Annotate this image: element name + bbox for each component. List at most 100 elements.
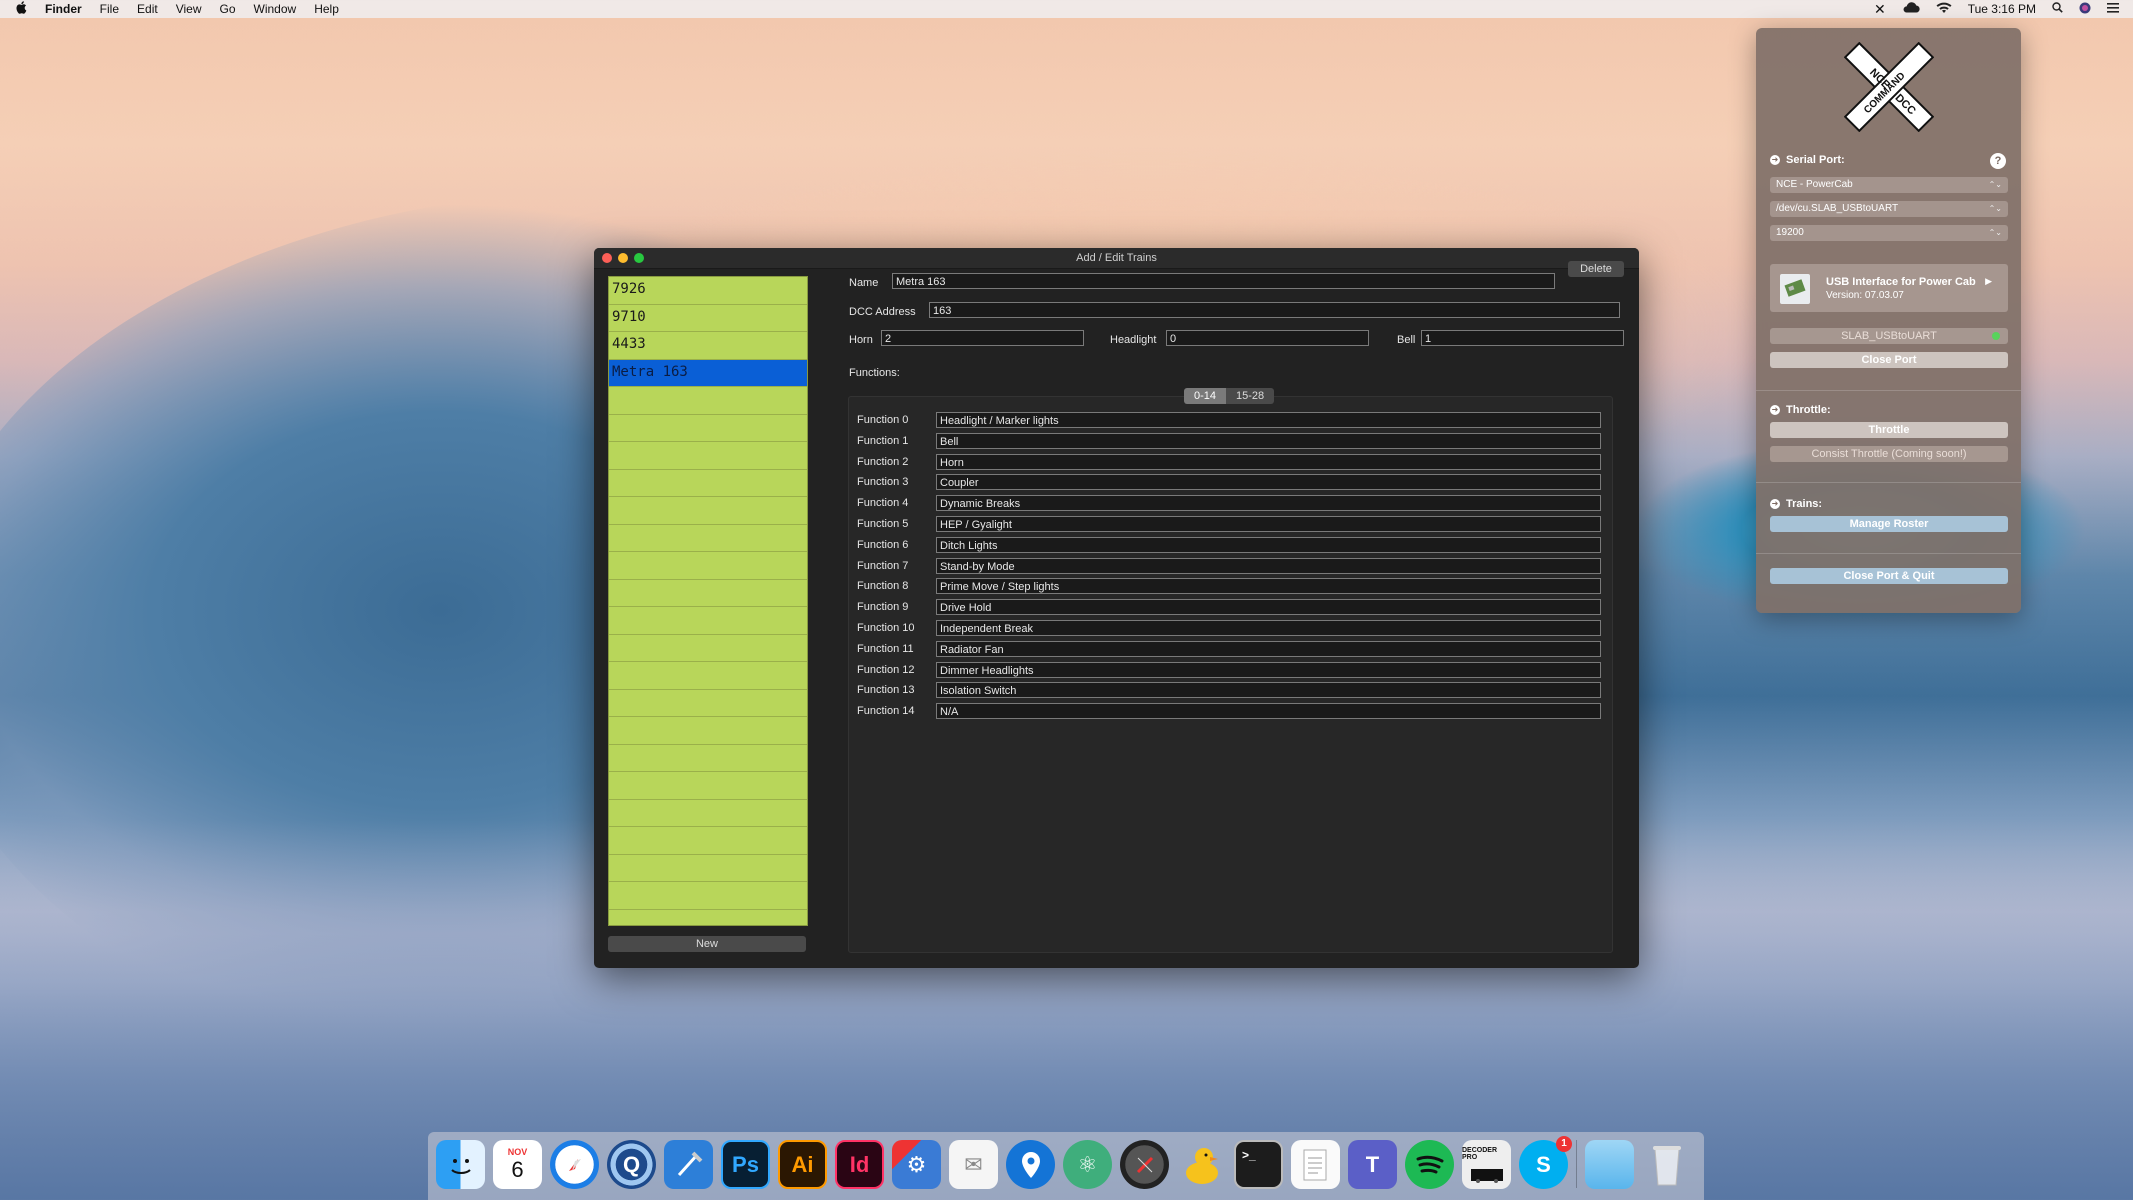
teams-icon[interactable]: T [1348,1140,1397,1189]
roster-empty-row[interactable] [609,552,807,580]
help-button[interactable]: ? [1990,153,2006,169]
connected-device-card[interactable]: USB Interface for Power Cab Version: 07.… [1770,264,2008,312]
roster-empty-row[interactable] [609,827,807,855]
function-input[interactable]: Dynamic Breaks [936,495,1601,512]
airmail-icon[interactable]: ✉ [949,1140,998,1189]
port-select[interactable]: /dev/cu.SLAB_USBtoUART ⌃⌄ [1770,201,2008,217]
function-input[interactable]: N/A [936,703,1601,720]
function-input[interactable]: Prime Move / Step lights [936,578,1601,595]
textedit-icon[interactable] [1291,1140,1340,1189]
function-input[interactable]: Radiator Fan [936,640,1601,657]
close-port-and-quit-button[interactable]: Close Port & Quit [1770,568,2008,584]
system-preferences-icon[interactable]: ⚙ [892,1140,941,1189]
wifi-icon[interactable] [1936,2,1952,17]
terminal-icon[interactable]: >_ [1234,1140,1283,1189]
roster-empty-row[interactable] [609,442,807,470]
roster-empty-row[interactable] [609,662,807,690]
compass-icon[interactable] [1120,1140,1169,1189]
horn-input[interactable]: 2 [881,330,1084,346]
baud-select[interactable]: 19200 ⌃⌄ [1770,225,2008,241]
cloud-icon[interactable] [1902,2,1920,16]
menu-window[interactable]: Window [254,2,297,16]
siri-icon[interactable] [2079,2,2091,17]
atom-icon[interactable]: ⚛ [1063,1140,1112,1189]
roster-empty-row[interactable] [609,717,807,745]
function-input[interactable]: Dimmer Headlights [936,661,1601,678]
calendar-month: NOV [507,1146,528,1157]
decoderpro-icon[interactable]: DECODER PRO [1462,1140,1511,1189]
indesign-icon[interactable]: Id [835,1140,884,1189]
roster-empty-row[interactable] [609,387,807,415]
function-input[interactable]: Coupler [936,474,1601,491]
menubar-clock[interactable]: Tue 3:16 PM [1968,2,2036,16]
window-titlebar[interactable]: Add / Edit Trains [594,248,1639,269]
roster-empty-row[interactable] [609,580,807,607]
spotify-icon[interactable] [1405,1140,1454,1189]
function-input[interactable]: Headlight / Marker lights [936,412,1601,428]
new-train-button[interactable]: New [608,936,806,952]
roster-item[interactable]: 9710 [609,305,807,332]
function-input[interactable]: Bell [936,432,1601,449]
roster-empty-row[interactable] [609,497,807,525]
roster-empty-row[interactable] [609,745,807,772]
spotlight-search-icon[interactable] [2052,2,2063,16]
downloads-folder-icon[interactable] [1585,1140,1634,1189]
menu-help[interactable]: Help [314,2,339,16]
roster-item-selected[interactable]: Metra 163 [609,359,807,387]
xcode-icon[interactable] [664,1140,713,1189]
bell-input[interactable]: 1 [1421,330,1624,346]
function-input[interactable]: HEP / Gyalight [936,516,1601,532]
roster-empty-row[interactable] [609,470,807,497]
menu-app-finder[interactable]: Finder [45,2,82,16]
headlight-input[interactable]: 0 [1166,330,1369,346]
name-input[interactable]: Metra 163 [892,273,1555,289]
menu-file[interactable]: File [100,2,119,16]
roster-empty-row[interactable] [609,882,807,910]
roster-item[interactable]: 7926 [609,277,807,305]
train-roster-list[interactable]: 7926 9710 4433 Metra 163 [608,276,808,926]
trash-icon[interactable] [1642,1140,1691,1189]
roster-empty-row[interactable] [609,415,807,442]
manage-roster-button[interactable]: Manage Roster [1770,516,2008,532]
maps-pin-icon[interactable] [1006,1140,1055,1189]
function-input[interactable]: Independent Break [936,620,1601,636]
illustrator-icon[interactable]: Ai [778,1140,827,1189]
disclosure-arrow-icon[interactable]: ▶ [1985,276,1992,287]
function-input[interactable]: Drive Hold [936,599,1601,616]
function-input[interactable]: Isolation Switch [936,682,1601,699]
tab-functions-15-28[interactable]: 15-28 [1226,388,1275,404]
menu-edit[interactable]: Edit [137,2,158,16]
safari-icon[interactable] [550,1140,599,1189]
roster-empty-row[interactable] [609,635,807,662]
roster-empty-row[interactable] [609,607,807,635]
roster-empty-row[interactable] [609,800,807,827]
photoshop-icon[interactable]: Ps [721,1140,770,1189]
roster-empty-row[interactable] [609,525,807,552]
system-select[interactable]: NCE - PowerCab ⌃⌄ [1770,177,2008,193]
function-input[interactable]: Ditch Lights [936,536,1601,553]
dcc-address-input[interactable]: 163 [929,302,1620,318]
quicktime-icon[interactable]: Q [607,1140,656,1189]
menu-view[interactable]: View [176,2,202,16]
close-port-button[interactable]: Close Port [1770,352,2008,368]
nce-menubar-x-icon[interactable]: ✕ [1874,1,1886,18]
function-input[interactable]: Stand-by Mode [936,557,1601,574]
function-input[interactable]: Horn [936,453,1601,470]
cyberduck-icon[interactable] [1177,1140,1226,1189]
menu-go[interactable]: Go [220,2,236,16]
roster-empty-row[interactable] [609,690,807,717]
close-window-button[interactable] [602,253,612,263]
calendar-icon[interactable]: NOV 6 [493,1140,542,1189]
apple-menu-icon[interactable] [16,1,27,17]
roster-empty-row[interactable] [609,855,807,882]
skype-icon[interactable]: S 1 [1519,1136,1572,1189]
roster-item[interactable]: 4433 [609,332,807,360]
notification-center-icon[interactable] [2107,2,2119,16]
minimize-window-button[interactable] [618,253,628,263]
zoom-window-button[interactable] [634,253,644,263]
finder-icon[interactable] [436,1140,485,1189]
roster-empty-row[interactable] [609,772,807,800]
delete-train-button[interactable]: Delete [1568,261,1624,277]
throttle-button[interactable]: Throttle [1770,422,2008,438]
tab-functions-0-14[interactable]: 0-14 [1184,388,1227,404]
